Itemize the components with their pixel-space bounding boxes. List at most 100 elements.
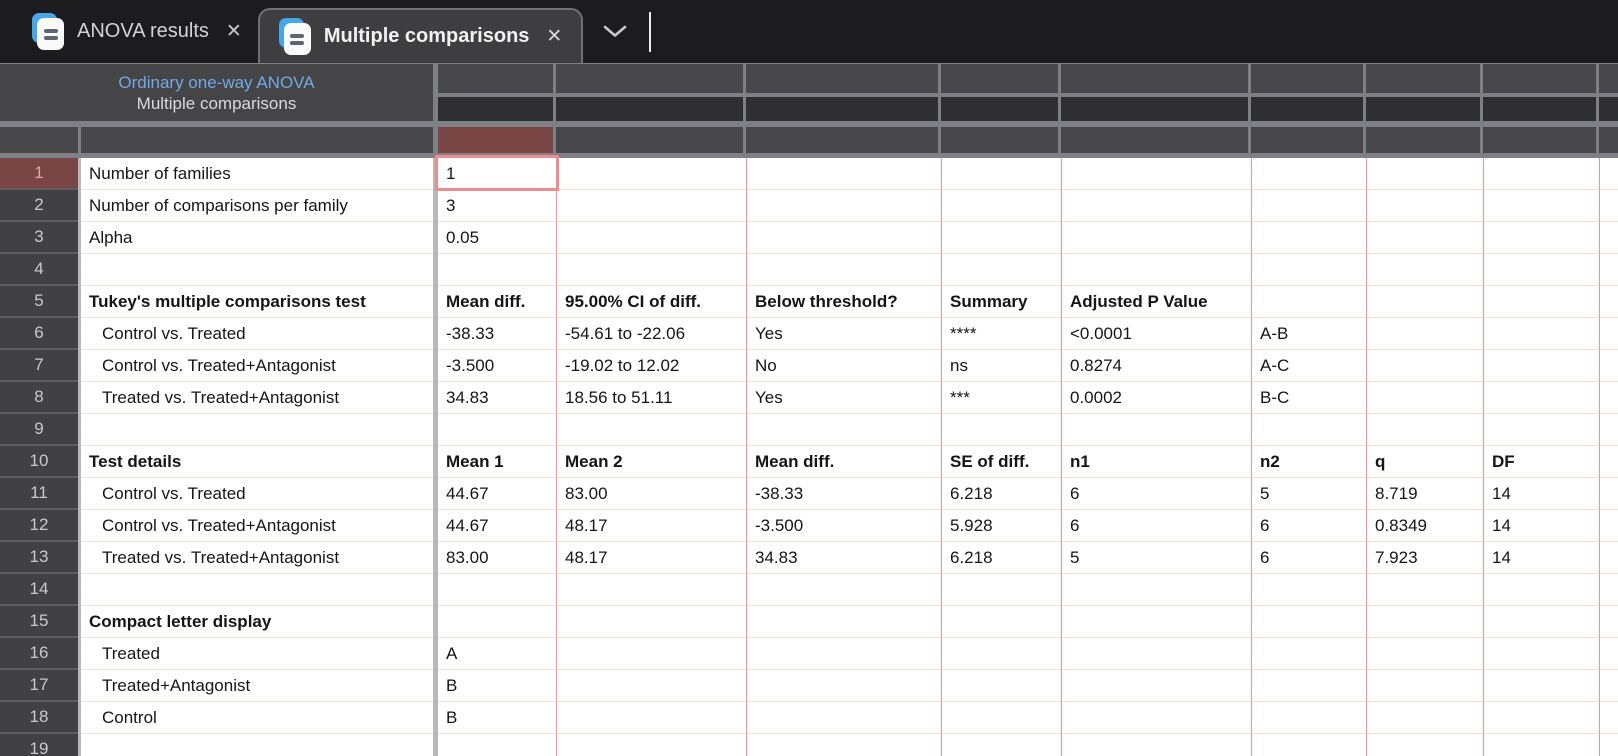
cell[interactable] [438,734,556,756]
cell[interactable] [1599,414,1618,446]
cell[interactable] [1061,222,1251,254]
cell[interactable] [1483,702,1599,734]
cell[interactable] [1599,286,1618,318]
cell[interactable] [1483,606,1599,638]
cell[interactable] [746,158,941,190]
cell[interactable] [1599,446,1618,478]
cell[interactable] [1599,638,1618,670]
cell[interactable] [941,638,1061,670]
column-header[interactable] [1061,97,1248,121]
row-number[interactable]: 2 [0,190,78,222]
cell[interactable] [941,254,1061,286]
cell[interactable] [746,670,941,702]
cell[interactable] [1061,158,1251,190]
cell[interactable] [1061,670,1251,702]
cell[interactable] [1251,574,1366,606]
row-label-cell[interactable]: Alpha [81,222,433,254]
row-label-cell[interactable]: Control [81,702,433,734]
cell[interactable]: -38.33 [746,478,941,510]
cell[interactable]: 44.67 [438,478,556,510]
cell[interactable] [1483,350,1599,382]
cell[interactable]: q [1366,446,1483,478]
column-header[interactable] [1483,127,1596,153]
cell[interactable] [1483,414,1599,446]
cell[interactable] [1599,382,1618,414]
cell[interactable]: -19.02 to 12.02 [556,350,746,382]
cell[interactable]: 48.17 [556,542,746,574]
tab-anova-results[interactable]: ANOVA results ✕ [16,0,258,63]
cell[interactable] [941,158,1061,190]
column-header[interactable] [1251,97,1363,121]
cell[interactable] [1366,670,1483,702]
column-header[interactable] [1483,64,1596,93]
cell[interactable] [1251,670,1366,702]
cell[interactable]: 34.83 [438,382,556,414]
cell[interactable] [1251,702,1366,734]
row-number[interactable]: 10 [0,446,78,478]
cell[interactable] [746,254,941,286]
cell[interactable] [1599,222,1618,254]
cell[interactable] [941,574,1061,606]
cell[interactable]: Mean diff. [438,286,556,318]
cell[interactable] [556,190,746,222]
cell[interactable]: 0.0002 [1061,382,1251,414]
cell[interactable] [1599,254,1618,286]
label-column-header[interactable] [81,127,433,153]
row-label-cell[interactable]: Compact letter display [81,606,433,638]
cell[interactable]: 14 [1483,478,1599,510]
row-label-cell[interactable]: Control vs. Treated [81,478,433,510]
cell[interactable] [556,574,746,606]
row-number[interactable]: 3 [0,222,78,254]
cell[interactable] [1599,574,1618,606]
cell[interactable] [1251,158,1366,190]
row-label-cell[interactable]: Control vs. Treated+Antagonist [81,510,433,542]
cell[interactable]: B-C [1251,382,1366,414]
column-header[interactable] [1599,97,1618,121]
cell[interactable]: -3.500 [746,510,941,542]
cell[interactable] [1061,574,1251,606]
cell[interactable] [1366,606,1483,638]
row-label-cell[interactable]: Treated+Antagonist [81,670,433,702]
column-header[interactable] [941,97,1058,121]
close-icon[interactable]: ✕ [226,20,242,43]
cell[interactable]: -38.33 [438,318,556,350]
cell[interactable] [1366,350,1483,382]
cell[interactable]: 8.719 [1366,478,1483,510]
cell[interactable] [556,606,746,638]
column-header[interactable] [438,97,553,121]
cell[interactable] [1251,606,1366,638]
cell[interactable] [1599,542,1618,574]
cell[interactable]: Adjusted P Value [1061,286,1251,318]
cell[interactable]: Mean diff. [746,446,941,478]
cell[interactable] [1251,254,1366,286]
row-label-cell[interactable]: Treated [81,638,433,670]
row-label-cell[interactable] [81,254,433,286]
cell[interactable] [1366,638,1483,670]
column-header[interactable] [746,97,938,121]
cell[interactable]: 1 [438,158,556,190]
cell[interactable] [1366,158,1483,190]
row-label-cell[interactable]: Tukey's multiple comparisons test [81,286,433,318]
row-number[interactable]: 1 [0,158,78,190]
cell[interactable] [1366,254,1483,286]
row-number[interactable]: 16 [0,638,78,670]
cell[interactable]: No [746,350,941,382]
cell[interactable] [1599,350,1618,382]
tab-multiple-comparisons[interactable]: Multiple comparisons ✕ [257,8,584,63]
cell[interactable] [941,222,1061,254]
cell[interactable] [941,734,1061,756]
cell[interactable] [746,574,941,606]
cell[interactable] [1366,190,1483,222]
cell[interactable]: 83.00 [438,542,556,574]
column-header[interactable] [1599,64,1618,93]
cell[interactable]: 18.56 to 51.11 [556,382,746,414]
cell[interactable] [1061,254,1251,286]
cell[interactable] [1483,286,1599,318]
row-number[interactable]: 17 [0,670,78,702]
column-header[interactable] [1366,127,1480,153]
cell[interactable]: **** [941,318,1061,350]
cell[interactable] [1599,670,1618,702]
cell[interactable] [1599,158,1618,190]
cell[interactable]: 34.83 [746,542,941,574]
cell[interactable] [941,670,1061,702]
